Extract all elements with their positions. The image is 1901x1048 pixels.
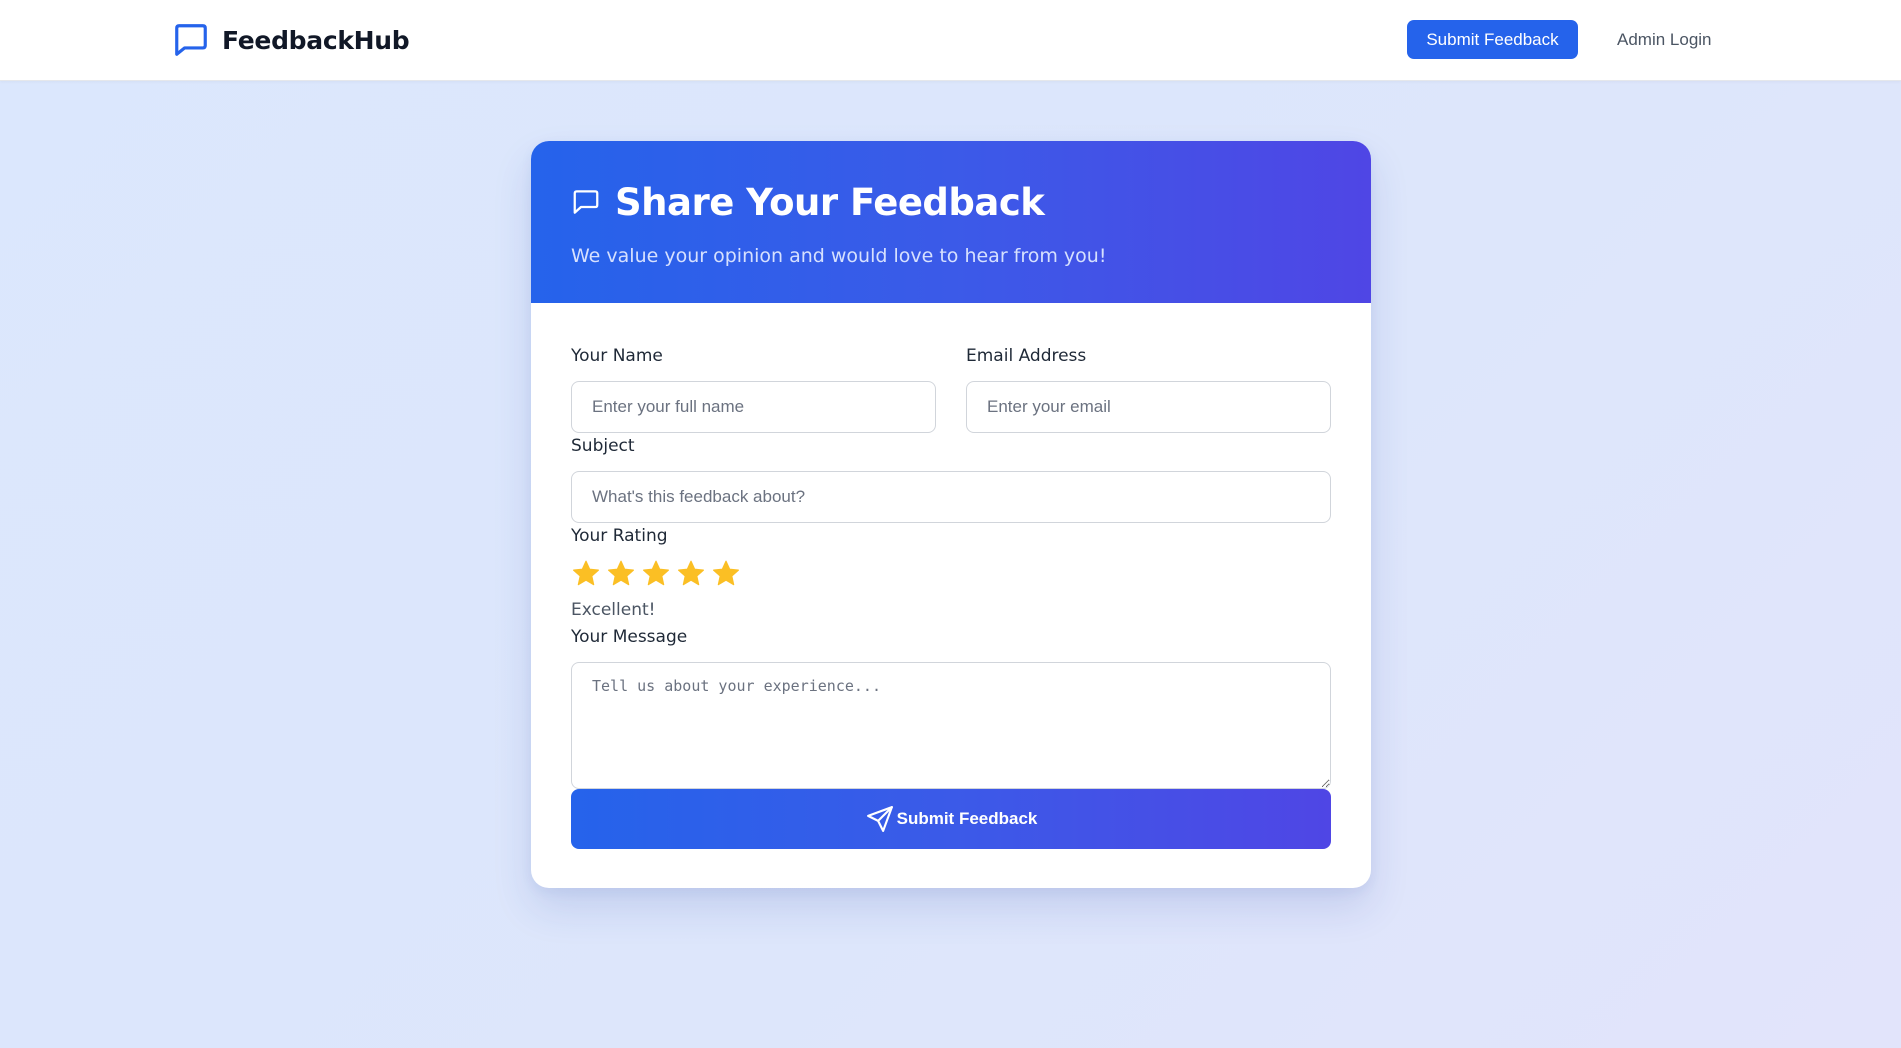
star-icon[interactable] (641, 559, 671, 589)
star-icon[interactable] (711, 559, 741, 589)
brand-name: FeedbackHub (222, 25, 410, 55)
rating-label: Your Rating (571, 526, 668, 546)
subject-input[interactable] (571, 471, 1331, 523)
navbar: FeedbackHub Submit Feedback Admin Login (0, 0, 1901, 81)
message-textarea[interactable] (571, 662, 1331, 789)
card-header: Share Your Feedback We value your opinio… (531, 141, 1371, 303)
submit-label: Submit Feedback (896, 809, 1038, 828)
email-input[interactable] (966, 381, 1331, 433)
send-icon (866, 806, 893, 832)
star-rating[interactable] (571, 559, 741, 591)
message-square-icon (573, 190, 599, 214)
star-icon[interactable] (571, 559, 601, 589)
star-icon[interactable] (606, 559, 636, 589)
submit-feedback-button[interactable]: Submit Feedback (571, 789, 1331, 849)
brand[interactable]: FeedbackHub (172, 20, 410, 60)
subject-label: Subject (571, 436, 635, 456)
page-subtitle: We value your opinion and would love to … (571, 245, 1107, 267)
rating-text: Excellent! (571, 600, 656, 620)
feedback-card: Share Your Feedback We value your opinio… (531, 141, 1371, 888)
chat-bubble-icon (175, 24, 207, 56)
admin-login-link[interactable]: Admin Login (1617, 20, 1712, 59)
star-icon[interactable] (676, 559, 706, 589)
nav-submit-feedback-button[interactable]: Submit Feedback (1407, 20, 1578, 59)
name-input[interactable] (571, 381, 936, 433)
page-title: Share Your Feedback (615, 181, 1045, 224)
message-label: Your Message (571, 627, 688, 647)
email-label: Email Address (966, 346, 1087, 366)
name-label: Your Name (571, 346, 663, 366)
